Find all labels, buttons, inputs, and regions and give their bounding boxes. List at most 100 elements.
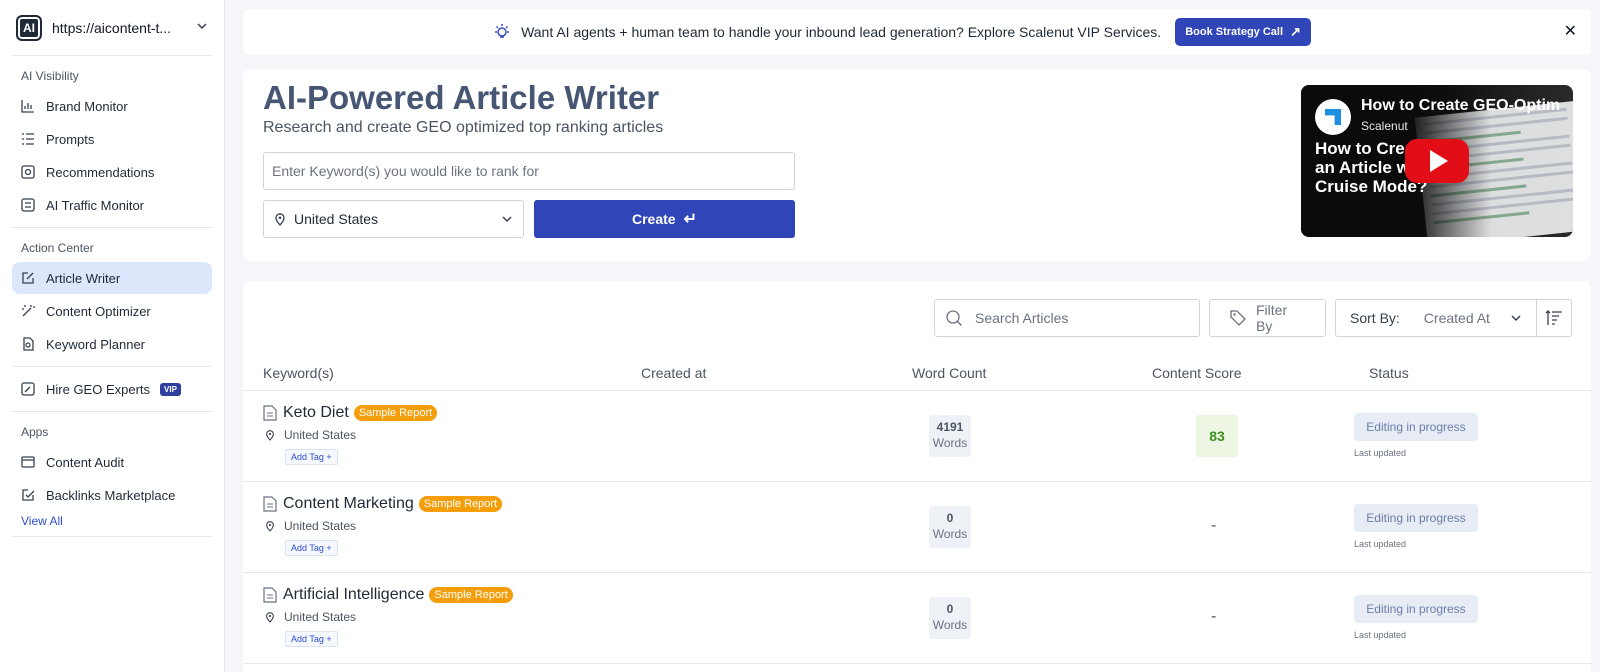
add-tag-button[interactable]: Add Tag +: [285, 631, 338, 647]
add-tag-button[interactable]: Add Tag +: [285, 540, 338, 556]
sort-label: Sort By:: [1350, 310, 1400, 326]
sidebar-item-backlinks-marketplace[interactable]: Backlinks Marketplace: [12, 479, 212, 511]
enter-icon: ↵: [683, 211, 697, 228]
word-count-value: 4191: [936, 420, 964, 434]
keyword-cell[interactable]: Artificial Intelligence Sample Report: [263, 586, 513, 604]
add-tag-button[interactable]: Add Tag +: [285, 449, 338, 465]
promo-banner: Want AI agents + human team to handle yo…: [243, 9, 1591, 55]
country-value: United States: [294, 211, 379, 227]
word-count: 0 Words: [929, 506, 971, 548]
arrow-up-right-icon: ↗: [1290, 24, 1301, 39]
keyword-name[interactable]: Artificial Intelligence: [283, 586, 424, 604]
pin-icon: [265, 520, 275, 532]
table-row[interactable]: Content Marketing Sample Report United S…: [243, 483, 1591, 573]
chart-bar-icon: [21, 99, 35, 113]
workspace-logo: AI: [16, 14, 42, 41]
chevron-down-icon: [1510, 312, 1522, 324]
sidebar-item-label: Content Audit: [46, 454, 125, 470]
search-icon: [945, 309, 963, 327]
keyword-input[interactable]: [263, 152, 795, 190]
filter-button[interactable]: Filter By: [1209, 299, 1326, 337]
sidebar-item-article-writer[interactable]: Article Writer: [12, 262, 212, 294]
tutorial-video[interactable]: How to Create GEO-Optim Scalenut How to …: [1301, 85, 1573, 237]
status-badge[interactable]: Editing in progress: [1354, 595, 1478, 623]
column-header[interactable]: Keyword(s): [263, 365, 334, 381]
sidebar-item-hire-geo-experts[interactable]: Hire GEO Experts VIP: [12, 373, 212, 405]
content-score: 83: [1196, 415, 1238, 457]
target-icon: [21, 165, 35, 179]
create-button[interactable]: Create ↵: [534, 200, 795, 238]
table-row[interactable]: Keto Diet Sample Report United States Ad…: [243, 392, 1591, 482]
sidebar-item-keyword-planner[interactable]: Keyword Planner: [12, 328, 212, 360]
status-badge[interactable]: Editing in progress: [1354, 413, 1478, 441]
column-header[interactable]: Word Count: [912, 365, 986, 381]
location-text: United States: [284, 519, 357, 533]
list-icon: [21, 132, 35, 146]
link-icon: [21, 488, 35, 502]
section-title-ai-visibility: AI Visibility: [21, 69, 79, 83]
location: United States: [265, 610, 356, 624]
sample-report-badge: Sample Report: [353, 405, 438, 421]
column-header[interactable]: Created at: [641, 365, 706, 381]
sidebar-item-ai-traffic-monitor[interactable]: AI Traffic Monitor: [12, 189, 212, 221]
sidebar: AI https://aicontent-t... AI Visibility …: [0, 0, 225, 672]
search-input[interactable]: [975, 310, 1175, 326]
table-header: Keyword(s) Created at Word Count Content…: [243, 353, 1591, 391]
filter-label: Filter By: [1256, 302, 1288, 334]
chevron-down-icon: [501, 213, 513, 225]
document-icon: [263, 405, 277, 421]
sidebar-item-label: Keyword Planner: [46, 336, 145, 352]
sidebar-item-prompts[interactable]: Prompts: [12, 123, 212, 155]
wand-icon: [21, 304, 35, 318]
search-box[interactable]: [934, 299, 1200, 337]
sidebar-item-brand-monitor[interactable]: Brand Monitor: [12, 90, 212, 122]
close-icon[interactable]: ✕: [1564, 21, 1577, 41]
sidebar-item-recommendations[interactable]: Recommendations: [12, 156, 212, 188]
sidebar-item-content-optimizer[interactable]: Content Optimizer: [12, 295, 212, 327]
sidebar-item-label: Brand Monitor: [46, 98, 128, 114]
view-all-link[interactable]: View All: [12, 512, 212, 530]
workspace-switcher[interactable]: AI https://aicontent-t...: [12, 0, 212, 56]
keyword-name[interactable]: Keto Diet: [283, 404, 349, 422]
sort-icon[interactable]: [1536, 299, 1572, 337]
play-icon[interactable]: [1405, 139, 1469, 183]
sidebar-item-label: Article Writer: [46, 270, 121, 286]
sidebar-item-content-audit[interactable]: Content Audit: [12, 446, 212, 478]
sidebar-item-label: Content Optimizer: [46, 303, 151, 319]
sidebar-item-label: Recommendations: [46, 164, 155, 180]
page-subtitle: Research and create GEO optimized top ra…: [263, 119, 664, 136]
create-label: Create: [632, 211, 676, 227]
book-strategy-call-button[interactable]: Book Strategy Call ↗: [1175, 18, 1311, 46]
article-writer-hero: AI-Powered Article Writer Research and c…: [243, 69, 1591, 261]
table-row[interactable]: Artificial Intelligence Sample Report Un…: [243, 574, 1591, 664]
video-author: Scalenut: [1361, 119, 1408, 133]
tag-icon: [1230, 310, 1246, 326]
country-select[interactable]: United States: [263, 200, 524, 238]
document-icon: [263, 587, 277, 603]
column-header[interactable]: Content Score: [1152, 365, 1242, 381]
page-title: AI-Powered Article Writer: [263, 79, 660, 116]
location: United States: [265, 428, 356, 442]
sidebar-divider: [12, 411, 212, 412]
sort-select[interactable]: Sort By: Created At: [1335, 299, 1537, 337]
word-count-value: 0: [946, 602, 954, 616]
column-header[interactable]: Status: [1369, 365, 1409, 381]
pin-icon: [265, 611, 275, 623]
sidebar-item-label: Backlinks Marketplace: [46, 487, 176, 503]
content-score: -: [1211, 517, 1217, 534]
last-updated: Last updated: [1354, 539, 1407, 549]
traffic-icon: [21, 198, 35, 212]
book-strategy-call-label: Book Strategy Call: [1185, 26, 1284, 38]
section-title-action-center: Action Center: [21, 241, 94, 255]
banner-text: Want AI agents + human team to handle yo…: [521, 24, 1162, 40]
keyword-name[interactable]: Content Marketing: [283, 495, 414, 513]
section-title-apps: Apps: [21, 425, 49, 439]
keyword-cell[interactable]: Keto Diet Sample Report: [263, 404, 438, 422]
content-score: -: [1211, 608, 1217, 625]
pin-icon: [274, 212, 286, 226]
word-count-unit: Words: [932, 436, 968, 450]
status-badge[interactable]: Editing in progress: [1354, 504, 1478, 532]
video-title: How to Create GEO-Optim: [1361, 97, 1561, 114]
keyword-cell[interactable]: Content Marketing Sample Report: [263, 495, 503, 513]
articles-panel: Filter By Sort By: Created At Keyword(s)…: [243, 281, 1591, 672]
